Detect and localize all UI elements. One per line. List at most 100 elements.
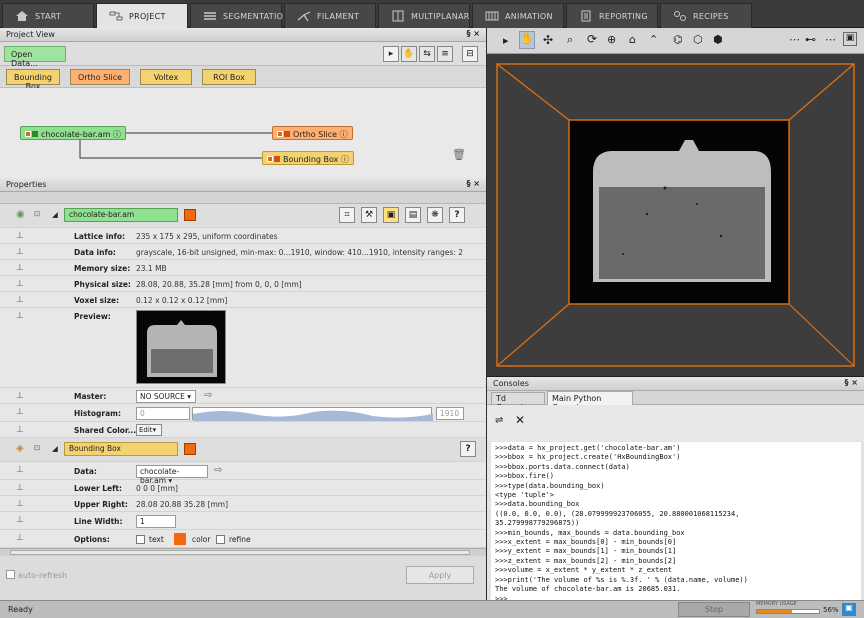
collapse-arrow-icon[interactable]: ◢ [52,210,58,219]
auto-refresh-checkbox[interactable] [6,570,15,579]
jump-arrow-icon[interactable]: ⇨ [204,390,212,401]
pin-icon[interactable]: ⊥ [16,295,24,305]
stereo-icon[interactable]: ⊷ [805,33,816,46]
layout-plus-icon[interactable]: ⋯ [825,33,836,46]
memory-monitor-icon[interactable]: ▣ [842,603,856,616]
pin-icon[interactable]: ⊥ [16,407,24,417]
python-console-output[interactable]: >>>data = hx_project.get('chocolate-bar.… [491,442,861,603]
stop-button[interactable]: Stop [678,602,750,617]
project-view-toolbar: Open Data... ▸ ✋ ⇆ ≡ ⊟ [0,42,486,68]
line-width-input[interactable]: 1 [136,515,176,528]
collapse-arrow-icon[interactable]: ◢ [52,444,58,453]
pin-icon[interactable]: ⊥ [16,263,24,273]
tab-project[interactable]: PROJECT [96,3,188,28]
colormap-editor-icon[interactable]: ▣ [383,207,399,223]
translate-icon[interactable]: ✣ [543,33,553,47]
master-select[interactable]: NO SOURCE ▾ [136,390,196,403]
visibility-toggle-icon[interactable]: ⊡ [34,443,40,452]
tree-view-icon[interactable]: ⊟ [462,46,478,62]
pin-icon[interactable]: ⊥ [16,425,24,435]
tab-animation[interactable]: ANIMATION [472,3,564,28]
edit-dropdown-button[interactable]: Edit▾ [136,424,162,436]
transform-editor-icon[interactable]: ⚒ [361,207,377,223]
apply-button[interactable]: Apply [406,566,474,584]
module-color-swatch[interactable] [184,443,196,455]
pin-icon[interactable]: ⊥ [16,533,24,543]
pin-icon[interactable]: ⊥ [16,465,24,475]
bounding-box-node[interactable]: Bounding Box ⓘ [262,151,354,165]
set-home-icon[interactable]: ⌃ [649,33,658,46]
clear-console-icon[interactable]: ⇌ [495,415,503,426]
tab-start[interactable]: START [2,3,94,28]
view-all-icon[interactable]: ⬡ [693,33,703,46]
hand-tool-icon[interactable]: ✋ [401,46,417,62]
seek-icon[interactable]: ⊕ [607,33,616,46]
node-label: Bounding Box [283,155,339,164]
ortho-slice-node[interactable]: Ortho Slice ⓘ [272,126,353,140]
ortho-slice-shortcut-button[interactable]: Ortho Slice [70,69,130,85]
pin-icon[interactable]: ⊥ [16,499,24,509]
histogram-plot[interactable] [192,407,433,421]
pointer-tool-icon[interactable]: ▸ [383,46,399,62]
text-checkbox[interactable] [136,535,145,544]
parameter-editor-icon[interactable]: ▤ [405,207,421,223]
panel-float-close-controls[interactable]: § × [467,29,481,38]
tab-td-console[interactable]: Td Console [491,392,545,412]
rotate-hand-icon[interactable]: ✋ [519,31,535,49]
bbox-module-name[interactable]: Bounding Box [64,442,178,456]
refine-checkbox[interactable] [216,535,225,544]
scrollbar-thumb[interactable] [10,550,470,555]
rotate-icon[interactable]: ⟳ [587,32,597,46]
voltex-shortcut-button[interactable]: Voltex [140,69,192,85]
pin-icon[interactable]: ⊥ [16,391,24,401]
help-icon[interactable]: ? [449,207,465,223]
trash-icon[interactable]: 🗑 [452,148,466,161]
node-visibility-icon[interactable] [32,131,38,137]
horizontal-scrollbar[interactable] [0,548,486,556]
node-visibility-icon[interactable] [274,156,280,162]
3d-viewer[interactable] [487,54,864,376]
snapshot-icon[interactable]: ⬢ [713,33,723,46]
perspective-icon[interactable]: ⌬ [673,33,683,46]
pin-icon[interactable]: ⊥ [16,247,24,257]
tab-multiplanar[interactable]: MULTIPLANAR [378,3,470,28]
tab-filament[interactable]: FILAMENT [284,3,376,28]
color-swatch[interactable] [174,533,186,545]
crop-editor-icon[interactable]: ⌗ [339,207,355,223]
property-label: Memory size: [74,264,131,273]
pin-icon[interactable]: ⊥ [16,279,24,289]
help-icon[interactable]: ? [460,441,476,457]
pin-icon[interactable]: ⊥ [16,515,24,525]
home-view-icon[interactable]: ⌂ [629,33,636,46]
layout-minus-icon[interactable]: ⋯ [789,33,800,46]
node-visibility-icon[interactable] [284,131,290,137]
panel-float-close-controls[interactable]: § × [845,378,859,387]
open-data-button[interactable]: Open Data... [4,46,66,68]
tab-segmentation[interactable]: SEGMENTATION [190,3,289,28]
bounding-box-shortcut-button[interactable]: Bounding Box [6,69,60,91]
close-console-icon[interactable]: ✕ [515,413,525,427]
pin-icon[interactable]: ⊥ [16,483,24,493]
jump-arrow-icon[interactable]: ⇨ [214,465,222,476]
pin-icon[interactable]: ⊥ [16,311,24,321]
viewer-layout-icon[interactable]: ▣ [843,32,857,46]
module-color-swatch[interactable] [184,209,196,221]
data-node-chocolate-bar[interactable]: chocolate-bar.am ⓘ [20,126,127,140]
panel-float-close-controls[interactable]: § × [467,179,481,188]
connect-tool-icon[interactable]: ⇆ [419,46,435,62]
roi-box-shortcut-button[interactable]: ROI Box [202,69,256,85]
layout-tool-icon[interactable]: ≡ [437,46,453,62]
project-graph: chocolate-bar.am ⓘ Ortho Slice ⓘ Boundin… [0,88,486,178]
network-editor-icon[interactable]: ❋ [427,207,443,223]
tab-reporting[interactable]: REPORTING [566,3,658,28]
tab-main-python-console[interactable]: Main Python Console [547,391,633,412]
data-module-name[interactable]: chocolate-bar.am [64,208,178,222]
visibility-toggle-icon[interactable]: ⊡ [34,209,40,218]
bbox-data-select[interactable]: chocolate-bar.am ▾ [136,465,208,485]
tab-recipes[interactable]: RECIPES [660,3,752,28]
pin-icon[interactable]: ⊥ [16,231,24,241]
histogram-max-field[interactable]: 1910 [436,407,464,420]
pointer-icon[interactable]: ▸ [503,34,509,47]
histogram-min-field[interactable]: 0 [136,407,190,420]
zoom-icon[interactable]: ⌕ [567,33,573,47]
